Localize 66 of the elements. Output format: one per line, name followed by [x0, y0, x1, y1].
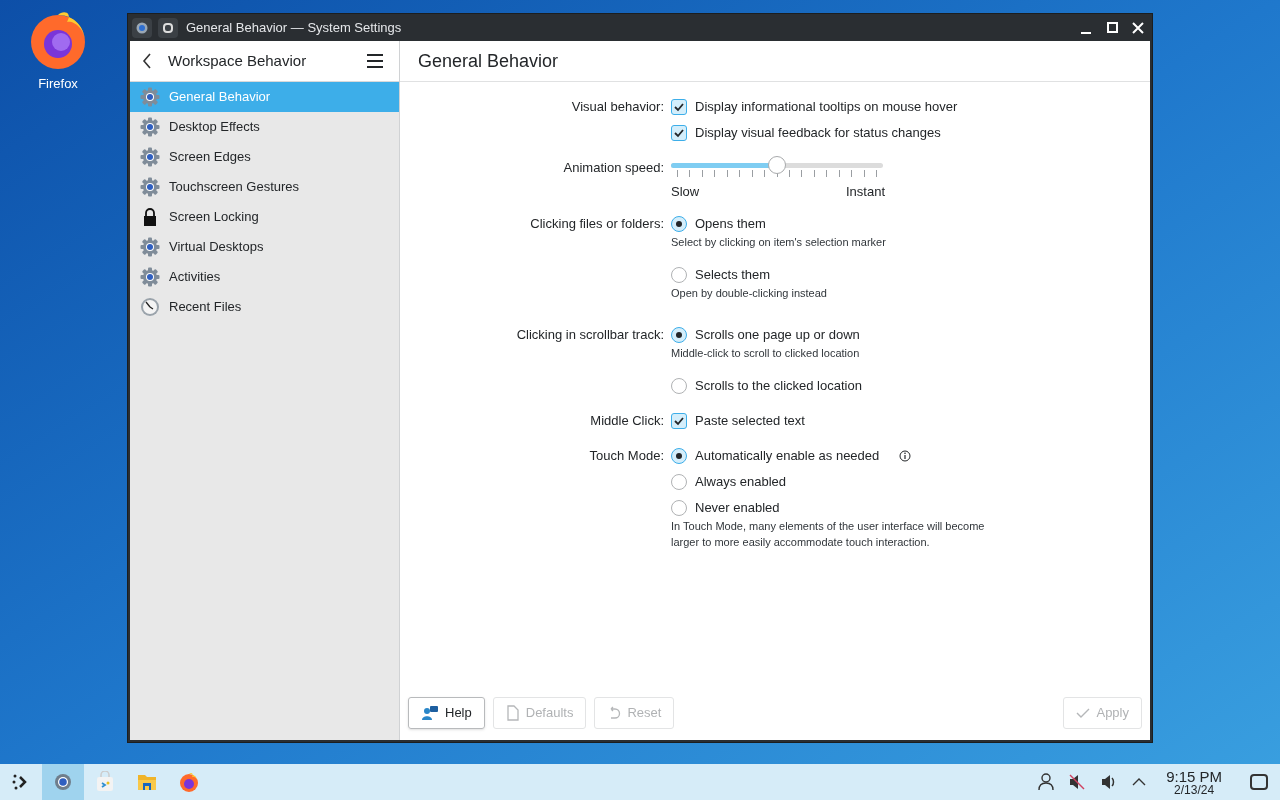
- checkbox[interactable]: [671, 125, 687, 141]
- gear-icon: [140, 177, 160, 197]
- info-icon[interactable]: [899, 449, 912, 462]
- option-label[interactable]: Display informational tooltips on mouse hover: [695, 97, 958, 117]
- option-label[interactable]: Never enabled: [695, 497, 780, 518]
- muted-speaker-icon[interactable]: [1068, 773, 1087, 791]
- option-label[interactable]: Display visual feedback for status changes: [695, 123, 941, 143]
- sidebar-item[interactable]: Virtual Desktops: [130, 232, 399, 262]
- setting-label: Middle Click:: [590, 411, 664, 430]
- radio-button[interactable]: [671, 326, 687, 343]
- sidebar-item[interactable]: Recent Files: [130, 292, 399, 322]
- radio-button[interactable]: [671, 473, 687, 490]
- checkbox[interactable]: [671, 99, 687, 115]
- clock-icon: [140, 297, 160, 317]
- option-label[interactable]: Opens them: [695, 213, 766, 234]
- radio-button[interactable]: [671, 377, 687, 394]
- firefox-logo-icon: [178, 771, 200, 793]
- page-title: General Behavior: [418, 49, 559, 73]
- gear-icon: [140, 237, 160, 257]
- radio-button[interactable]: [671, 499, 687, 516]
- padlock-icon: [143, 208, 157, 226]
- hint-text: In Touch Mode, many elements of the user interface will become larger to more easily accommodate touch interaction.: [671, 518, 986, 550]
- sidebar-item[interactable]: Desktop Effects: [130, 112, 399, 142]
- chevron-up-icon[interactable]: [1132, 777, 1147, 787]
- hint-text: Open by double-clicking instead: [671, 285, 828, 301]
- sidebar-item[interactable]: Screen Locking: [130, 202, 399, 232]
- radio-button[interactable]: [671, 266, 687, 283]
- option-label[interactable]: Scrolls to the clicked location: [695, 375, 862, 396]
- option-label[interactable]: Automatically enable as needed: [695, 445, 880, 466]
- radio-button[interactable]: [671, 215, 687, 232]
- help-icon: [421, 705, 439, 721]
- document-icon: [505, 705, 520, 721]
- checkmark-icon: [1076, 707, 1091, 719]
- sidebar-item[interactable]: Activities: [130, 262, 399, 292]
- option-label[interactable]: Scrolls one page up or down: [695, 324, 860, 345]
- hint-text: Select by clicking on item's selection marker: [671, 234, 887, 250]
- gear-icon: [140, 87, 160, 107]
- hint-text: Middle-click to scroll to clicked location: [671, 345, 861, 361]
- setting-label: Touch Mode:: [589, 446, 664, 465]
- sidebar-item[interactable]: Screen Edges: [130, 142, 399, 172]
- setting-label: Clicking files or folders:: [530, 214, 664, 233]
- sidebar-item[interactable]: Touchscreen Gestures: [130, 172, 399, 202]
- gear-icon: [140, 147, 160, 167]
- checkbox[interactable]: [671, 412, 687, 429]
- radio-button[interactable]: [671, 447, 687, 464]
- setting-label: Visual behavior:: [571, 98, 664, 117]
- clock-date[interactable]: 2/13/24: [1174, 783, 1215, 796]
- shopping-bag-icon: [94, 771, 116, 793]
- help-button[interactable]: Help: [408, 697, 485, 729]
- slider-min-label: Slow: [671, 183, 700, 201]
- option-label[interactable]: Paste selected text: [695, 410, 805, 431]
- sidebar-title: Workspace Behavior: [168, 50, 308, 71]
- gear-icon: [52, 771, 74, 793]
- setting-label: Clicking in scrollbar track:: [516, 325, 664, 344]
- desktop-icon-label[interactable]: Firefox: [38, 74, 78, 94]
- show-desktop-button[interactable]: [1250, 774, 1268, 790]
- window-title: General Behavior — System Settings: [186, 18, 402, 37]
- slider-max-label: Instant: [845, 183, 885, 201]
- setting-label: Animation speed:: [563, 159, 664, 178]
- app-icon[interactable]: [132, 17, 152, 38]
- option-label[interactable]: Always enabled: [695, 471, 787, 492]
- option-label[interactable]: Selects them: [695, 264, 771, 285]
- clock-time[interactable]: 9:15 PM: [1166, 768, 1222, 784]
- user-icon[interactable]: [1038, 773, 1055, 791]
- gear-icon: [140, 267, 160, 287]
- gear-icon: [140, 117, 160, 137]
